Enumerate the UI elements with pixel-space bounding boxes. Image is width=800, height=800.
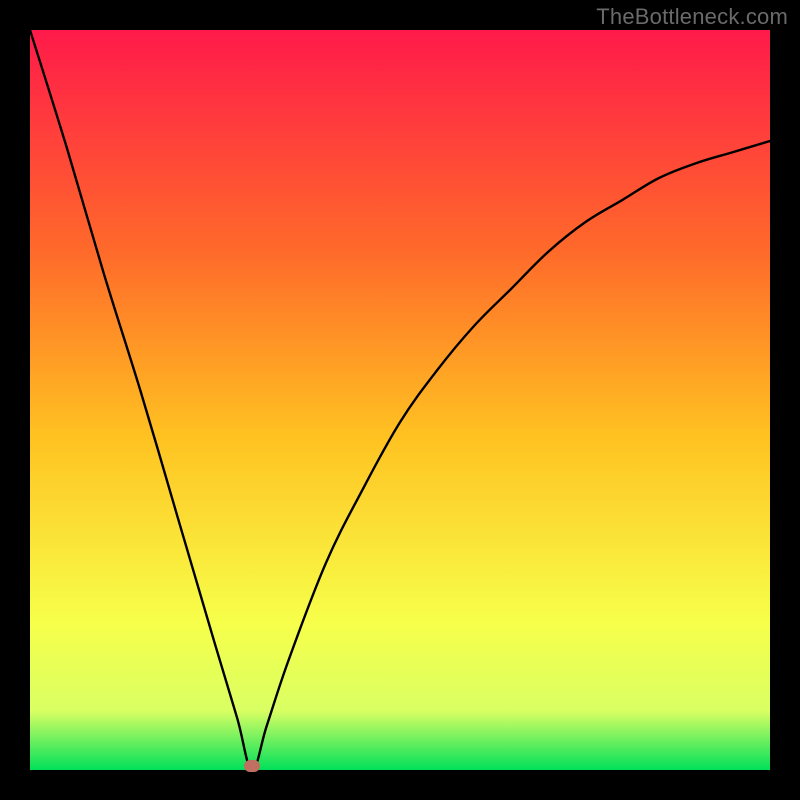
watermark-text: TheBottleneck.com [596, 4, 788, 30]
gradient-background [30, 30, 770, 770]
plot-area [30, 30, 770, 770]
optimal-point-marker [244, 760, 260, 772]
chart-frame [30, 30, 770, 770]
